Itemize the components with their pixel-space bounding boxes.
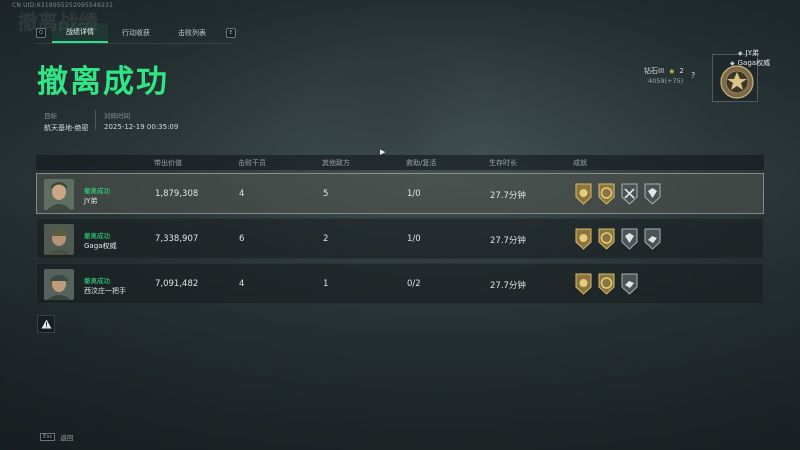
tab-next-key[interactable]: E	[226, 28, 236, 38]
tab-kill-list[interactable]: 击败列表	[164, 24, 220, 42]
row-kills: 4	[239, 279, 245, 289]
rank-stars: 2	[679, 67, 684, 75]
row-survive: 27.7分钟	[490, 191, 526, 201]
meta-target-value: 航天基地-绝密	[44, 124, 89, 132]
squad-member-name: JY弟	[745, 49, 759, 57]
tab-prev-key[interactable]: Q	[36, 28, 46, 38]
team-badge-icon	[720, 65, 754, 99]
squad-member-2: ◆ Gaga权威	[730, 58, 770, 68]
medal-icon[interactable]	[574, 183, 593, 205]
table-row[interactable]: 撤离成功 Gaga权威 7,338,907 6 2 1/0 27.7分钟	[36, 218, 764, 259]
row-other: 5	[323, 189, 329, 199]
col-header-other: 其他敌方	[322, 159, 350, 167]
medal-icon[interactable]	[643, 183, 662, 205]
row-achievements	[574, 228, 662, 250]
row-player-name: Gaga权威	[84, 242, 117, 250]
row-survive: 27.7分钟	[490, 281, 526, 291]
meta-time: 对局时间 2025-12-19 00:35:09	[104, 110, 178, 131]
medal-icon[interactable]	[620, 228, 639, 250]
medal-icon[interactable]	[620, 273, 639, 295]
help-button[interactable]: ?	[691, 71, 695, 80]
row-achievements	[574, 183, 662, 205]
medal-icon[interactable]	[574, 228, 593, 250]
row-value: 1,879,308	[155, 189, 199, 199]
medal-icon[interactable]	[597, 228, 616, 250]
row-other: 1	[323, 279, 329, 289]
meta-target: 目标 航天基地-绝密	[44, 110, 89, 133]
tab-loot[interactable]: 行动收获	[108, 24, 164, 42]
report-button[interactable]	[37, 315, 55, 333]
meta-time-label: 对局时间	[104, 112, 130, 120]
row-value: 7,338,907	[155, 234, 199, 244]
rank-points: 4059(+75)	[648, 77, 684, 85]
table-row[interactable]: 撤离成功 西汶庄一把手 7,091,482 4 1 0/2 27.7分钟	[36, 263, 764, 304]
squad-icon: ◆	[730, 59, 735, 67]
table-header: 带出价值 击败干员 其他敌方 救助/复活 生存时长 成就	[36, 155, 764, 170]
tab-bar: Q 战绩详情 行动收获 击败列表 E	[36, 23, 236, 43]
warning-icon	[41, 319, 51, 329]
col-header-survive: 生存时长	[489, 159, 517, 167]
col-header-value: 带出价值	[154, 159, 182, 167]
extraction-result-title: 撤离成功	[37, 64, 169, 100]
row-value: 7,091,482	[155, 279, 199, 289]
meta-divider	[95, 110, 96, 130]
row-other: 2	[323, 234, 329, 244]
medal-icon[interactable]	[597, 183, 616, 205]
row-rescue: 1/0	[407, 234, 421, 244]
esc-key[interactable]: Esc	[40, 433, 56, 441]
back-control[interactable]: Esc 返回	[40, 432, 73, 442]
tab-divider	[36, 43, 232, 44]
row-rescue: 1/0	[407, 189, 421, 199]
col-header-rescue: 救助/复活	[406, 159, 437, 167]
col-header-kills: 击败干员	[238, 159, 266, 167]
star-icon: ★	[668, 66, 676, 76]
results-table: 带出价值 击败干员 其他敌方 救助/复活 生存时长 成就 撤离成功 JY弟 1,…	[36, 155, 764, 304]
avatar-icon	[44, 224, 74, 255]
medal-icon[interactable]	[574, 273, 593, 295]
row-rescue: 0/2	[407, 279, 421, 289]
row-kills: 6	[239, 234, 245, 244]
meta-target-label: 目标	[44, 112, 57, 120]
avatar-icon	[44, 269, 74, 300]
tab-battle-details[interactable]: 战绩详情	[52, 23, 108, 43]
row-survive: 27.7分钟	[490, 236, 526, 246]
squad-member-1: ◆ JY弟	[738, 48, 759, 58]
table-row[interactable]: 撤离成功 JY弟 1,879,308 4 5 1/0 27.7分钟	[36, 173, 764, 214]
squad-icon: ◆	[738, 49, 743, 57]
medal-icon[interactable]	[643, 228, 662, 250]
background-scenery	[300, 30, 500, 170]
row-kills: 4	[239, 189, 245, 199]
row-status: 撤离成功	[84, 187, 110, 195]
col-header-achievements: 成就	[573, 159, 587, 167]
row-status: 撤离成功	[84, 277, 110, 285]
row-achievements	[574, 273, 639, 295]
back-label: 返回	[60, 434, 74, 442]
row-player-name: 西汶庄一把手	[84, 287, 126, 295]
rank-tier: 钻石III	[644, 67, 665, 75]
medal-icon[interactable]	[597, 273, 616, 295]
meta-time-value: 2025-12-19 00:35:09	[104, 123, 179, 131]
squad-member-name: Gaga权威	[737, 59, 771, 67]
rank-display: 钻石III ★ 2	[644, 66, 684, 76]
row-status: 撤离成功	[84, 232, 110, 240]
avatar-icon	[44, 179, 74, 210]
row-player-name: JY弟	[84, 197, 98, 205]
medal-icon[interactable]	[620, 183, 639, 205]
